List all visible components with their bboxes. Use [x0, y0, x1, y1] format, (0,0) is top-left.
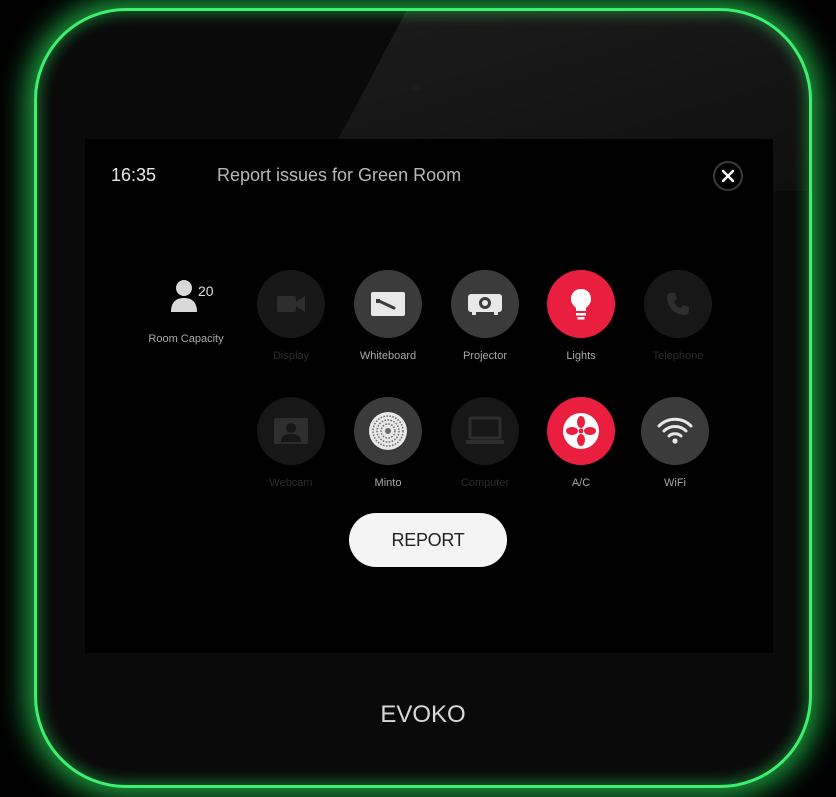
wifi-icon [657, 417, 693, 444]
light-sensor [411, 83, 421, 91]
close-button[interactable] [713, 161, 743, 191]
equipment-label: Display [272, 350, 310, 362]
lightbulb-icon [571, 289, 591, 320]
equipment-label: WiFi [664, 477, 686, 489]
equipment-label: Lights [566, 350, 596, 362]
equipment-label: Computer [460, 477, 510, 489]
capacity-count: 20 [198, 283, 214, 299]
brand-logo: EVOKO [380, 701, 466, 728]
equipment-lights[interactable]: Lights [536, 270, 626, 362]
clock-time: 16:35 [111, 165, 157, 185]
capacity-label: Room Capacity [148, 333, 224, 345]
person-icon [171, 280, 197, 312]
equipment-webcam[interactable]: Webcam [246, 397, 336, 489]
video-camera-icon [277, 296, 305, 312]
equipment-projector[interactable]: Projector [440, 270, 530, 362]
equipment-label: Telephone [652, 350, 704, 362]
room-booking-device: 16:35 Report issues for Green Room 20 Ro… [34, 8, 812, 788]
equipment-minto[interactable]: Minto [343, 397, 433, 489]
equipment-label: Projector [462, 350, 508, 362]
equipment-label: A/C [571, 477, 591, 489]
projector-icon [468, 294, 502, 315]
page-title: Report issues for Green Room [217, 165, 462, 185]
webcam-icon [274, 418, 308, 444]
equipment-label: Webcam [269, 477, 313, 489]
equipment-ac[interactable]: A/C [536, 397, 626, 489]
room-capacity: 20 Room Capacity [140, 279, 232, 345]
equipment-telephone[interactable]: Telephone [633, 270, 723, 362]
report-issues-screen: 16:35 Report issues for Green Room 20 Ro… [85, 139, 773, 653]
equipment-computer[interactable]: Computer [440, 397, 530, 489]
whiteboard-icon [371, 292, 405, 316]
equipment-wifi[interactable]: WiFi [630, 397, 720, 489]
equipment-label: Whiteboard [359, 350, 417, 362]
close-icon [721, 169, 735, 183]
equipment-whiteboard[interactable]: Whiteboard [343, 270, 433, 362]
speaker-icon [369, 412, 407, 450]
equipment-label: Minto [374, 477, 402, 489]
fan-icon [563, 413, 599, 449]
equipment-display[interactable]: Display [246, 270, 336, 362]
report-button[interactable]: REPORT [349, 513, 507, 567]
laptop-icon [466, 416, 504, 444]
telephone-icon [667, 293, 689, 315]
